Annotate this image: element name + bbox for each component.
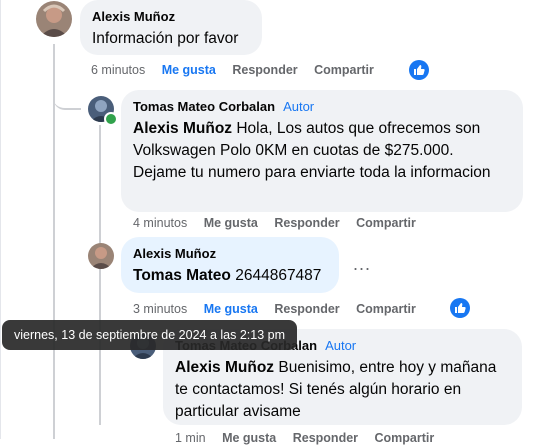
reply-button[interactable]: Responder (274, 216, 339, 230)
share-button[interactable]: Compartir (375, 431, 435, 445)
thread-line-nested (99, 125, 101, 425)
mention-link[interactable]: Alexis Muñoz (133, 120, 232, 137)
comment-time[interactable]: 1 min (175, 431, 206, 445)
comment-text: Alexis Muñoz Hola, Los autos que ofrecem… (133, 118, 511, 184)
page-left-border (0, 0, 1, 439)
reply-button[interactable]: Responder (274, 302, 339, 316)
comment-author[interactable]: Tomas Mateo Corbalan (133, 99, 275, 114)
like-button[interactable]: Me gusta (204, 302, 258, 316)
comment-bubble: Alexis Muñoz Información por favor (80, 0, 262, 55)
reply-button[interactable]: Responder (293, 431, 358, 445)
like-reaction-icon[interactable] (409, 60, 429, 80)
comment-actions: 3 minutos Me gusta Responder Compartir (133, 302, 429, 316)
like-button[interactable]: Me gusta (204, 216, 258, 230)
comment-text: Alexis Muñoz Buenisimo, entre hoy y maña… (175, 357, 510, 423)
comment-body: 2644867487 (235, 267, 322, 284)
comment-time[interactable]: 3 minutos (133, 302, 187, 316)
author-badge: Autor (283, 99, 315, 114)
comment-actions: 6 minutos Me gusta Responder Compartir (91, 63, 387, 77)
avatar-alexis[interactable] (36, 1, 72, 37)
reply-button[interactable]: Responder (232, 63, 297, 77)
comment-text: Información por favor (92, 30, 239, 47)
comment-time[interactable]: 6 minutos (91, 63, 145, 77)
comment-bubble: Tomas Mateo Corbalan Autor Alexis Muñoz H… (121, 90, 523, 212)
avatar-alexis[interactable] (88, 243, 114, 269)
comment-author[interactable]: Alexis Muñoz (92, 9, 175, 24)
comment-time[interactable]: 4 minutos (133, 216, 187, 230)
share-button[interactable]: Compartir (356, 216, 416, 230)
mention-link[interactable]: Tomas Mateo (133, 267, 231, 284)
comment-bubble: Alexis Muñoz Tomas Mateo 2644867487 (121, 237, 339, 293)
comment-text: Tomas Mateo 2644867487 (133, 265, 327, 287)
share-button[interactable]: Compartir (356, 302, 416, 316)
comment-actions: 1 min Me gusta Responder Compartir (175, 431, 447, 445)
mention-link[interactable]: Alexis Muñoz (175, 359, 274, 376)
thread-curve-1 (53, 60, 81, 110)
like-button[interactable]: Me gusta (162, 63, 216, 77)
share-button[interactable]: Compartir (314, 63, 374, 77)
comment-actions: 4 minutos Me gusta Responder Compartir (133, 216, 429, 230)
comment-author[interactable]: Alexis Muñoz (133, 246, 216, 261)
timestamp-tooltip: viernes, 13 de septiembre de 2024 a las … (2, 320, 298, 350)
online-status-icon (104, 112, 118, 126)
author-badge: Autor (325, 338, 357, 353)
more-options-icon[interactable]: ... (353, 254, 371, 275)
like-reaction-icon[interactable] (450, 298, 470, 318)
like-button[interactable]: Me gusta (222, 431, 276, 445)
